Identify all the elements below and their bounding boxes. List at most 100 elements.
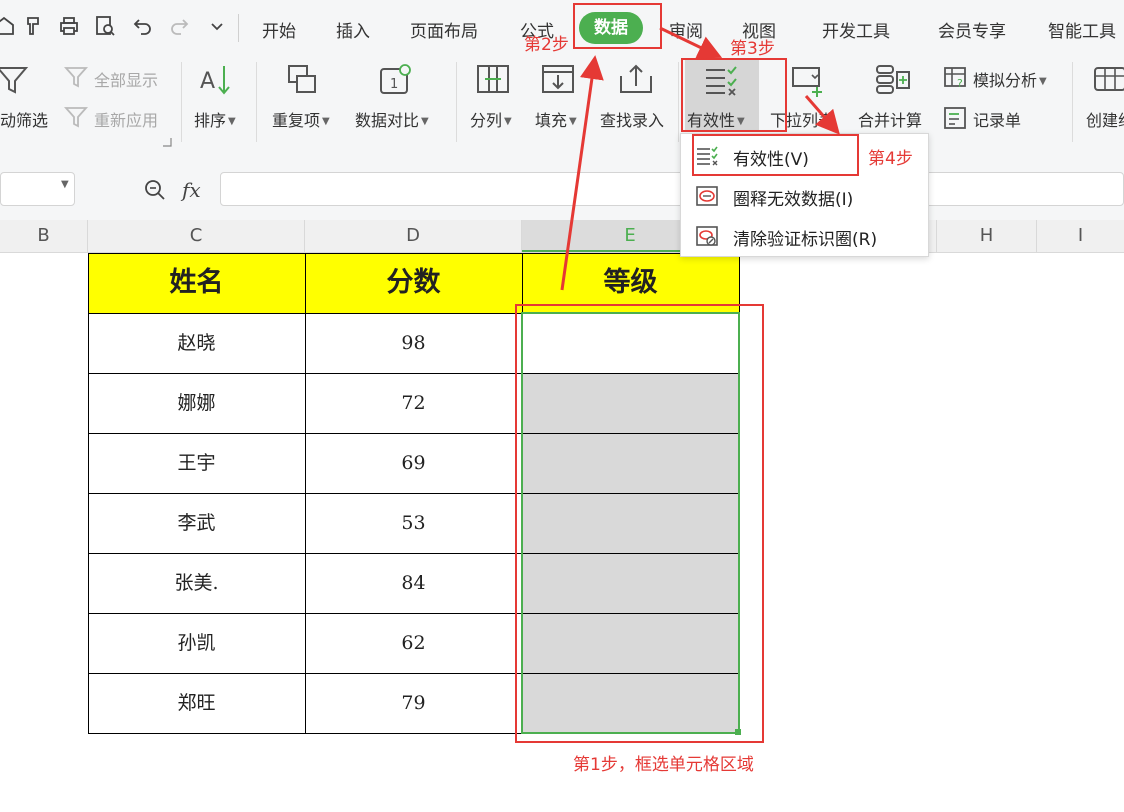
sort-button[interactable]: 排序 ▼	[194, 107, 236, 131]
divider	[256, 62, 257, 142]
chevron-down-icon: ▼	[322, 116, 330, 127]
undo-icon[interactable]	[131, 14, 155, 38]
fx-button[interactable]: fx	[182, 178, 201, 202]
filter-icon[interactable]	[0, 62, 32, 98]
column-header-d[interactable]: D	[305, 220, 522, 252]
consolidate-button[interactable]: 合并计算	[858, 107, 922, 131]
divider	[1072, 62, 1073, 142]
formula-input[interactable]	[220, 172, 1124, 206]
chevron-down-icon: ▼	[228, 116, 236, 127]
column-header-h[interactable]: H	[937, 220, 1037, 252]
tab-smart-tools[interactable]: 智能工具	[1048, 17, 1116, 42]
menu-item-label: 清除验证标识圈(R)	[733, 230, 878, 250]
annotation-step3: 第3步	[730, 39, 775, 59]
create-group-button[interactable]: 创建组	[1086, 107, 1124, 131]
split-columns-label: 分列	[470, 111, 503, 130]
name-box[interactable]: ▼	[0, 172, 75, 206]
svg-text:A: A	[200, 69, 215, 94]
what-if-analysis-button[interactable]: 模拟分析 ▼	[973, 67, 1047, 91]
cell-score[interactable]: 72	[305, 373, 522, 433]
reapply-icon[interactable]	[64, 104, 90, 130]
chevron-down-icon: ▼	[1039, 76, 1047, 87]
column-header-c[interactable]: C	[88, 220, 305, 252]
grid-line	[88, 253, 739, 254]
formula-bar: ▼ fx	[0, 152, 1124, 220]
format-painter-icon[interactable]	[22, 14, 46, 38]
cell-name[interactable]: 娜娜	[88, 373, 305, 433]
duplicates-label: 重复项	[272, 111, 321, 130]
print-icon[interactable]	[57, 14, 81, 38]
tab-member[interactable]: 会员专享	[938, 17, 1006, 42]
circle-invalid-icon	[696, 186, 718, 206]
cell-score[interactable]: 98	[305, 313, 522, 373]
fill-label: 填充	[535, 111, 568, 130]
divider	[181, 62, 182, 142]
cell-name[interactable]: 郑旺	[88, 673, 305, 733]
tab-developer[interactable]: 开发工具	[822, 17, 890, 42]
cell-name[interactable]: 赵晓	[88, 313, 305, 373]
redo-icon[interactable]	[167, 14, 191, 38]
svg-text:?: ?	[957, 77, 963, 90]
split-columns-button[interactable]: 分列 ▼	[470, 107, 512, 131]
consolidate-icon[interactable]	[875, 62, 911, 98]
annotation-box-range	[515, 304, 764, 743]
svg-text:1: 1	[390, 77, 398, 92]
duplicates-icon[interactable]	[285, 62, 321, 98]
data-compare-button[interactable]: 数据对比 ▼	[355, 107, 429, 131]
home-icon[interactable]	[0, 14, 16, 38]
tab-review[interactable]: 审阅	[669, 17, 703, 42]
menu-item-clear-validation-circles[interactable]: 清除验证标识圈(R)	[681, 216, 928, 256]
auto-filter-button[interactable]: 动筛选	[0, 107, 48, 131]
header-name[interactable]: 姓名	[88, 253, 305, 313]
column-header-b[interactable]: B	[0, 220, 88, 252]
cell-name[interactable]: 孙凯	[88, 613, 305, 673]
cell-score[interactable]: 53	[305, 493, 522, 553]
divider	[456, 62, 457, 142]
chevron-down-icon[interactable]: ▼	[61, 179, 69, 190]
record-form-icon[interactable]	[943, 105, 969, 131]
print-preview-icon[interactable]	[93, 14, 117, 38]
menu-item-label: 圈释无效数据(I)	[733, 190, 854, 210]
lookup-entry-icon[interactable]	[618, 62, 654, 98]
header-score[interactable]: 分数	[305, 253, 522, 313]
column-header-i[interactable]: I	[1037, 220, 1124, 252]
split-columns-icon[interactable]	[475, 62, 511, 98]
annotation-box-data-tab	[573, 3, 662, 49]
dropdown-list-icon[interactable]	[790, 62, 826, 98]
lookup-entry-button[interactable]: 查找录入	[600, 107, 664, 131]
sort-label: 排序	[194, 111, 227, 130]
grid-line	[88, 253, 89, 733]
cell-name[interactable]: 张美.	[88, 553, 305, 613]
annotation-step4: 第4步	[868, 149, 913, 169]
fill-button[interactable]: 填充 ▼	[535, 107, 577, 131]
zoom-search-icon[interactable]	[143, 178, 167, 202]
annotation-step2: 第2步	[524, 35, 569, 55]
cell-score[interactable]: 84	[305, 553, 522, 613]
cell-name[interactable]: 李武	[88, 493, 305, 553]
annotation-box-validity-button	[681, 58, 787, 132]
cell-score[interactable]: 69	[305, 433, 522, 493]
annotation-step1: 第1步，框选单元格区域	[573, 755, 754, 775]
cell-score[interactable]: 79	[305, 673, 522, 733]
show-all-button[interactable]: 全部显示	[94, 67, 158, 91]
data-compare-label: 数据对比	[355, 111, 420, 130]
chevron-down-icon: ▼	[421, 116, 429, 127]
cell-score[interactable]: 62	[305, 613, 522, 673]
fill-icon[interactable]	[540, 62, 576, 98]
record-form-button[interactable]: 记录单	[973, 107, 1021, 131]
menu-item-circle-invalid[interactable]: 圈释无效数据(I)	[681, 176, 928, 216]
chevron-down-icon[interactable]	[205, 14, 229, 38]
cell-name[interactable]: 王宇	[88, 433, 305, 493]
data-compare-icon[interactable]: 1	[378, 62, 414, 98]
divider	[678, 62, 679, 142]
duplicates-button[interactable]: 重复项 ▼	[272, 107, 330, 131]
create-group-icon[interactable]	[1092, 62, 1124, 98]
tab-insert[interactable]: 插入	[336, 17, 370, 42]
sort-icon[interactable]: A	[198, 62, 234, 98]
tab-home[interactable]: 开始	[262, 17, 296, 42]
show-all-icon[interactable]	[64, 64, 90, 90]
what-if-icon[interactable]: ?	[943, 65, 969, 91]
dialog-launcher-icon[interactable]	[162, 137, 172, 147]
tab-page-layout[interactable]: 页面布局	[410, 17, 478, 42]
reapply-button[interactable]: 重新应用	[94, 107, 158, 131]
